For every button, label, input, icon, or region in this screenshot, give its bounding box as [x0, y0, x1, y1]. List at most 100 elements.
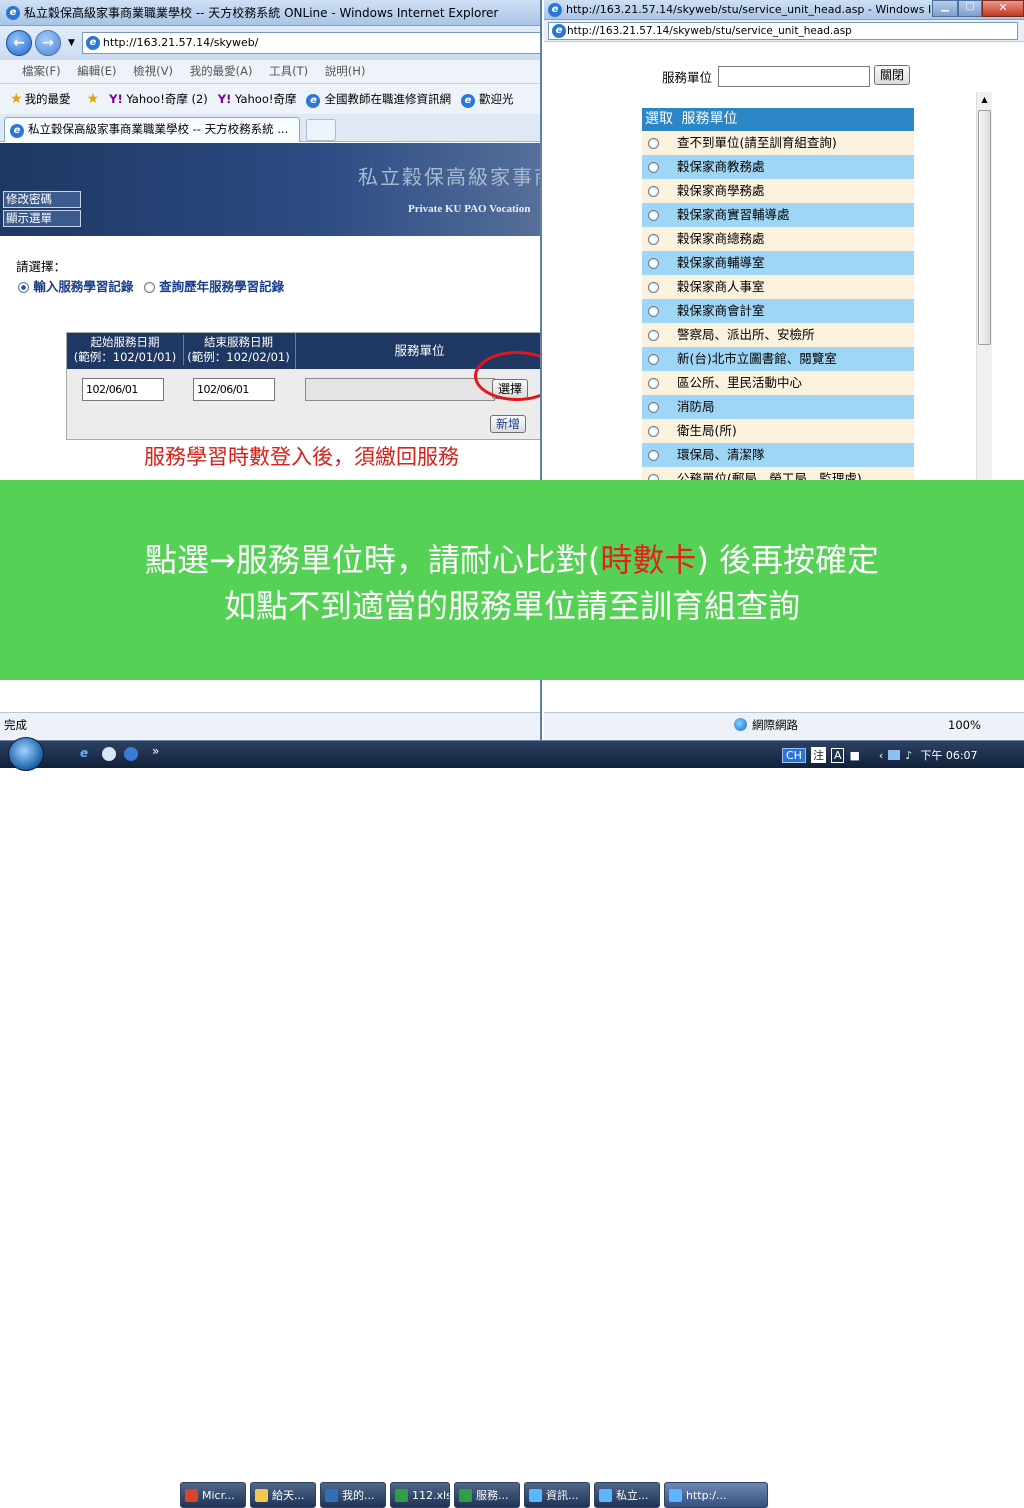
favorites-star-icon[interactable]: ★	[10, 91, 23, 107]
history-dropdown-icon[interactable]: ▼	[68, 38, 75, 48]
clock[interactable]: 下午 06:07	[920, 747, 977, 763]
taskbar-button[interactable]: 私立...	[594, 1482, 660, 1508]
show-menu-button[interactable]: 顯示選單	[3, 210, 81, 227]
unit-radio[interactable]	[648, 401, 659, 413]
option-query-radio[interactable]	[143, 282, 155, 293]
active-tab[interactable]: e 私立穀保高級家事商業職業學校 -- 天方校務系統 ...	[4, 117, 300, 142]
unit-radio[interactable]	[648, 257, 659, 269]
unit-row[interactable]: 新(台)北市立圖書館、閱覽室	[642, 347, 914, 371]
quicklaunch-more-icon[interactable]: »	[152, 744, 159, 758]
unit-row[interactable]: 警察局、派出所、安檢所	[642, 323, 914, 347]
taskbar-app-icon	[395, 1488, 408, 1502]
unit-list: 選取 服務單位 查不到單位(請至訓育組查詢) 穀保家商教務處穀保家商學務處穀保家商…	[642, 108, 914, 480]
quicklaunch-explorer-icon[interactable]	[102, 747, 116, 761]
ie-logo-icon: e	[6, 5, 20, 20]
language-indicator[interactable]: CH	[782, 747, 806, 763]
unit-row[interactable]: 查不到單位(請至訓育組查詢)	[642, 131, 914, 155]
unit-radio[interactable]	[648, 425, 659, 437]
unit-row[interactable]: 穀保家商學務處	[642, 179, 914, 203]
fav-link-yahoo-2[interactable]: Y! Yahoo!奇摩 (2)	[109, 91, 208, 107]
menu-file[interactable]: 檔案(F)	[22, 64, 61, 78]
right-address-bar[interactable]: e http://163.21.57.14/skyweb/stu/service…	[548, 22, 1018, 40]
unit-row[interactable]: 衛生局(所)	[642, 419, 914, 443]
scroll-thumb[interactable]	[978, 110, 991, 345]
option-input-radio[interactable]	[18, 282, 29, 293]
header-unit: 服務單位	[681, 111, 738, 127]
unit-row[interactable]: 消防局	[642, 395, 914, 419]
menu-view[interactable]: 檢視(V)	[133, 64, 173, 78]
unit-radio[interactable]	[648, 209, 659, 221]
taskbar-button[interactable]: 資訊...	[524, 1482, 590, 1508]
end-date-input[interactable]: 102/06/01	[193, 378, 275, 401]
forward-button[interactable]: →	[35, 30, 61, 56]
menu-tools[interactable]: 工具(T)	[269, 64, 308, 78]
unit-row[interactable]: 公務單位(郵局、榮工局、監理處)	[642, 467, 914, 480]
service-unit-input[interactable]	[305, 378, 495, 401]
quicklaunch-ie-icon[interactable]: e	[80, 746, 88, 760]
unit-radio[interactable]	[648, 137, 659, 149]
quicklaunch-media-icon[interactable]	[124, 747, 138, 761]
left-title-bar[interactable]: e 私立穀保高級家事商業職業學校 -- 天方校務系統 ONLine - Wind…	[0, 0, 540, 26]
unit-row[interactable]: 穀保家商教務處	[642, 155, 914, 179]
unit-radio[interactable]	[648, 449, 659, 461]
unit-row[interactable]: 穀保家商總務處	[642, 227, 914, 251]
taskbar-button[interactable]: 給天...	[250, 1482, 316, 1508]
add-favorite-icon[interactable]: ★	[87, 91, 100, 107]
taskbar-button[interactable]: 服務...	[454, 1482, 520, 1508]
new-tab-button[interactable]	[306, 119, 336, 141]
menu-edit[interactable]: 編輯(E)	[77, 64, 116, 78]
ime-fullwidth-icon[interactable]: ■	[849, 749, 859, 762]
close-popup-button[interactable]: 關閉	[874, 65, 911, 85]
taskbar-button[interactable]: http:/...	[664, 1482, 768, 1508]
unit-radio[interactable]	[648, 377, 659, 389]
unit-row[interactable]: 穀保家商人事室	[642, 275, 914, 299]
taskbar-app-icon	[529, 1488, 542, 1502]
unit-row[interactable]: 環保局、清潔隊	[642, 443, 914, 467]
ime-icon[interactable]: 注	[810, 747, 826, 763]
unit-radio[interactable]	[648, 281, 659, 293]
zoom-level[interactable]: 100%	[948, 713, 981, 737]
unit-row[interactable]: 穀保家商實習輔導處	[642, 203, 914, 227]
unit-row[interactable]: 穀保家商會計室	[642, 299, 914, 323]
taskbar-button-label: 資訊...	[546, 1489, 579, 1502]
popup-scrollbar[interactable]: ▲	[976, 92, 992, 482]
start-date-input[interactable]: 102/06/01	[82, 378, 164, 401]
unit-radio[interactable]	[648, 305, 659, 317]
fav-link-yahoo[interactable]: Y! Yahoo!奇摩	[218, 91, 297, 107]
unit-radio[interactable]	[648, 185, 659, 197]
unit-radio[interactable]	[648, 353, 659, 365]
change-password-button[interactable]: 修改密碼	[3, 191, 81, 208]
close-window-button[interactable]: ✕	[982, 0, 1024, 17]
network-icon[interactable]	[888, 750, 901, 760]
favorites-button[interactable]: 我的最愛	[25, 91, 71, 107]
option-query-label[interactable]: 查詢歷年服務學習記錄	[159, 279, 284, 294]
menu-help[interactable]: 說明(H)	[325, 64, 366, 78]
taskbar-button[interactable]: Micr...	[180, 1482, 246, 1508]
unit-row[interactable]: 穀保家商輔導室	[642, 251, 914, 275]
add-record-button[interactable]: 新增	[490, 415, 527, 433]
tray-arrow-icon[interactable]: ‹	[879, 749, 883, 762]
unit-radio[interactable]	[648, 329, 659, 341]
unit-radio[interactable]	[648, 233, 659, 245]
taskbar-app-icon	[459, 1488, 472, 1502]
menu-favorites[interactable]: 我的最愛(A)	[190, 64, 253, 78]
taskbar-button[interactable]: 112.xls	[390, 1482, 450, 1508]
fav-link-welcome[interactable]: e 歡迎光	[460, 91, 513, 108]
option-input-label[interactable]: 輸入服務學習記錄	[33, 279, 133, 294]
back-button[interactable]: ←	[6, 30, 32, 56]
taskbar-button[interactable]: 我的...	[320, 1482, 386, 1508]
start-button[interactable]	[8, 737, 44, 771]
left-address-bar[interactable]: e http://163.21.57.14/skyweb/	[81, 32, 540, 54]
unit-radio[interactable]	[648, 161, 659, 173]
unit-search-input[interactable]	[718, 66, 870, 87]
internet-zone-icon	[734, 718, 747, 731]
unit-label: 穀保家商學務處	[677, 183, 765, 198]
unit-row[interactable]: 區公所、里民活動中心	[642, 371, 914, 395]
unit-list-header: 選取 服務單位	[642, 108, 914, 131]
fav-link-teacher[interactable]: e 全國教師在職進修資訊網	[306, 91, 451, 108]
minimize-button[interactable]: ▁	[932, 0, 958, 17]
maximize-button[interactable]: □	[958, 0, 982, 17]
volume-icon[interactable]: ♪	[905, 749, 912, 762]
scroll-up-arrow[interactable]: ▲	[977, 92, 992, 108]
ime-mode-icon[interactable]: A	[830, 747, 845, 763]
